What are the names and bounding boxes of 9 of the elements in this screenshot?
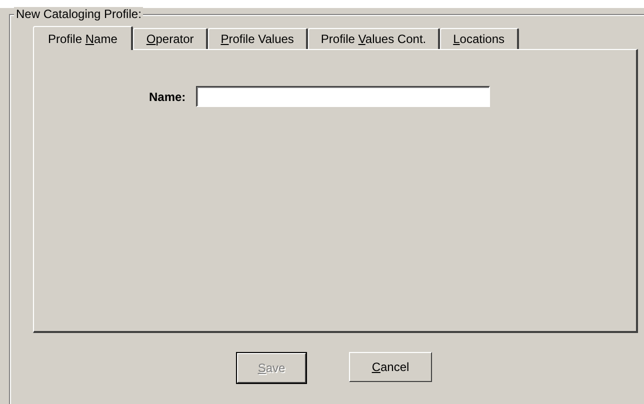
name-field[interactable] <box>196 86 490 107</box>
name-label: Name: <box>149 89 186 106</box>
tab[interactable]: Profile Values Cont. <box>308 28 440 49</box>
tab[interactable]: Locations <box>440 28 518 49</box>
tab[interactable]: Operator <box>133 28 208 49</box>
cancel-button[interactable]: Cancel <box>349 352 432 382</box>
tab[interactable]: Profile Values <box>208 28 308 49</box>
tab[interactable]: Profile Name <box>33 26 134 50</box>
group-title: New Cataloging Profile: <box>14 7 144 21</box>
